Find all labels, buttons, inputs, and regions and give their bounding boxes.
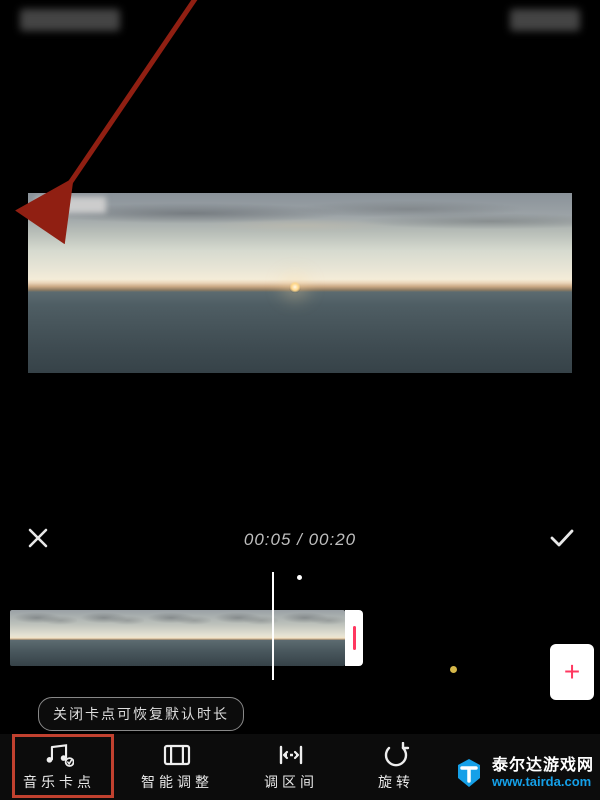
watermark: 泰尔达游戏网 www.tairda.com: [452, 756, 594, 790]
watermark-logo-icon: [452, 756, 486, 790]
confirm-button[interactable]: [546, 524, 578, 556]
rotate-icon: [381, 742, 411, 768]
time-display: 00:05 / 00:20: [244, 530, 356, 550]
time-separator: /: [291, 530, 308, 549]
header: [0, 0, 600, 40]
app-root: 00:05 / 00:20 + 关闭卡点可恢复默认时长: [0, 0, 600, 800]
time-total: 00:20: [309, 530, 357, 549]
watermark-url: www.tairda.com: [492, 775, 594, 789]
tool-music-beat[interactable]: 音乐卡点: [0, 735, 118, 799]
clip-thumbnail: [10, 610, 77, 666]
tool-label: 旋转: [378, 772, 414, 792]
video-preview[interactable]: [28, 60, 572, 505]
playhead[interactable]: [272, 572, 274, 680]
clip-thumbnail: [144, 610, 211, 666]
clip-trim-handle[interactable]: [345, 610, 363, 666]
tool-rotate[interactable]: 旋转: [346, 735, 446, 799]
clip-thumbnail: [77, 610, 144, 666]
clip-strip[interactable]: [10, 610, 345, 666]
tool-label: 音乐卡点: [23, 772, 95, 792]
smart-adjust-icon: [162, 742, 192, 768]
tool-label: 调区间: [264, 772, 318, 792]
plus-icon: +: [564, 656, 580, 688]
preview-frame: [28, 193, 572, 373]
tool-label: 智能调整: [141, 772, 213, 792]
clip-thumbnail: [278, 610, 345, 666]
watermark-text: 泰尔达游戏网 www.tairda.com: [492, 758, 594, 788]
controls-row: 00:05 / 00:20: [0, 520, 600, 560]
time-current: 00:05: [244, 530, 292, 549]
hint-text: 关闭卡点可恢复默认时长: [53, 706, 229, 722]
timeline[interactable]: +: [0, 572, 600, 682]
hint-tooltip: 关闭卡点可恢复默认时长: [38, 697, 244, 731]
close-icon: [27, 527, 49, 554]
clip-thumbnail: [211, 610, 278, 666]
playhead-marker-dot: [297, 575, 302, 580]
close-button[interactable]: [22, 524, 54, 556]
preview-label-blur: [36, 197, 106, 213]
beat-marker: [450, 666, 457, 673]
add-clip-button[interactable]: +: [550, 644, 594, 700]
tool-smart-adjust[interactable]: 智能调整: [118, 735, 236, 799]
watermark-name: 泰尔达游戏网: [492, 758, 594, 775]
clip-strip-row: +: [0, 608, 600, 668]
range-icon: [276, 742, 306, 768]
tool-adjust-range[interactable]: 调区间: [236, 735, 346, 799]
header-right-blur: [510, 9, 580, 31]
header-left-blur: [20, 9, 120, 31]
check-icon: [549, 527, 575, 554]
music-beat-icon: [44, 742, 74, 768]
